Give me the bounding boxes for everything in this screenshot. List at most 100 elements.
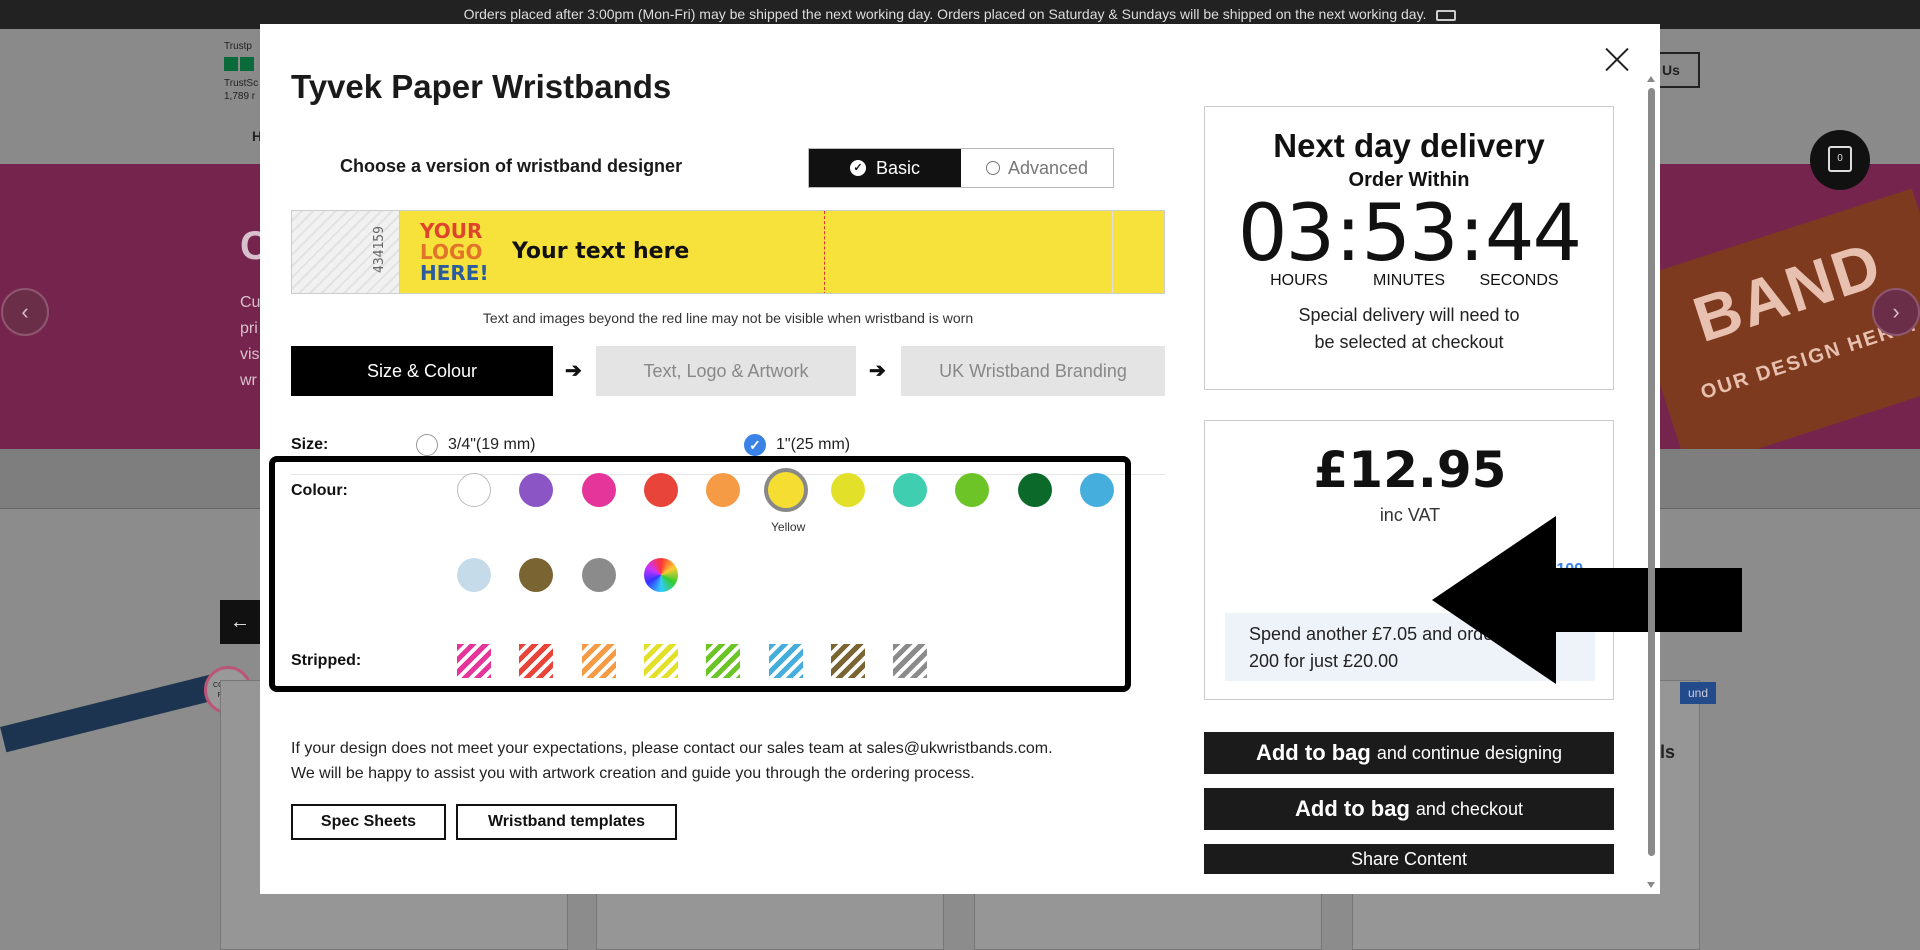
size-option-label: 1"(25 mm)	[776, 436, 851, 453]
logo-line: YOUR	[420, 219, 483, 243]
hero-line: vis	[240, 346, 260, 363]
colour-label: Colour:	[291, 482, 348, 499]
colour-swatch[interactable]	[763, 468, 808, 512]
spec-sheets-button[interactable]: Spec Sheets	[291, 804, 446, 840]
hero-line: pri	[240, 320, 258, 337]
designer-version-toggle: ✓ Basic Advanced	[808, 148, 1114, 188]
scroll-up-icon[interactable]	[1647, 76, 1655, 82]
help-text: If your design does not meet your expect…	[291, 736, 1171, 786]
stripe-swatch[interactable]	[643, 644, 678, 678]
wristband-end-line	[1112, 211, 1113, 293]
hours-label: HOURS	[1270, 272, 1328, 289]
colour-swatch[interactable]	[830, 473, 865, 507]
colour-swatch[interactable]	[643, 473, 678, 507]
visibility-red-line	[824, 211, 825, 293]
carousel-prev-button[interactable]: ‹	[1, 288, 49, 336]
trustpilot-widget[interactable]: Trustp TrustSc 1,789 r	[224, 40, 258, 103]
bag-count: 0	[1828, 146, 1852, 172]
carousel-next-button[interactable]: ›	[1872, 288, 1920, 336]
countdown-timer: 03:53:44	[1237, 189, 1582, 279]
size-option-19mm[interactable]: 3/4"(19 mm)	[416, 434, 535, 456]
seconds-label: SECONDS	[1479, 272, 1559, 289]
scroll-down-icon[interactable]	[1647, 882, 1655, 888]
stripe-swatch[interactable]	[830, 644, 865, 678]
check-icon: ✓	[849, 160, 866, 176]
version-advanced-label: Advanced	[1007, 157, 1089, 178]
annotation-arrow-icon	[1432, 516, 1742, 684]
trustpilot-reviews: 1,789 r	[224, 91, 256, 102]
shopping-bag-button[interactable]: 0	[1810, 130, 1870, 190]
close-icon[interactable]	[1600, 42, 1636, 78]
radio-checked-icon[interactable]: ✓	[744, 434, 766, 456]
products-prev-button[interactable]: ←	[220, 600, 260, 644]
preview-note: Text and images beyond the red line may …	[482, 310, 974, 326]
version-advanced-button[interactable]: Advanced	[961, 149, 1113, 187]
wristband-templates-button[interactable]: Wristband templates	[456, 804, 677, 840]
colour-swatch[interactable]	[643, 558, 678, 592]
colour-swatch[interactable]	[1017, 473, 1052, 507]
logo-line: LOGO	[420, 240, 483, 264]
colour-swatch[interactable]	[706, 473, 741, 507]
size-option-25mm[interactable]: ✓ 1"(25 mm)	[744, 434, 850, 456]
stripe-swatch[interactable]	[581, 644, 616, 678]
designer-version-label: Choose a version of wristband designer	[340, 156, 683, 176]
truck-icon	[1436, 9, 1457, 21]
tab-uk-wristband-branding[interactable]: UK Wristband Branding	[901, 346, 1165, 396]
stripped-label: Stripped:	[291, 652, 362, 669]
add-to-bag-checkout-button[interactable]: Add to bag and checkout	[1204, 788, 1614, 830]
trustpilot-score: TrustSc	[224, 78, 259, 89]
round-badge: und	[1680, 682, 1717, 704]
hero-line: Cu	[240, 294, 261, 311]
countdown-labels: HOURS MINUTES SECONDS	[1205, 272, 1613, 290]
countdown-minutes: 53	[1361, 189, 1458, 279]
stripe-swatch[interactable]	[768, 644, 803, 678]
wristband-text: Your text here	[512, 239, 690, 264]
minutes-label: MINUTES	[1373, 272, 1445, 289]
hero-text: Cu pri vis wr	[240, 290, 260, 394]
tab-text-logo-artwork[interactable]: Text, Logo & Artwork	[596, 346, 856, 396]
share-content-button[interactable]: Share Content	[1204, 844, 1614, 874]
shipping-banner-text: Orders placed after 3:00pm (Mon-Fri) may…	[463, 6, 1427, 22]
add-to-bag-label: Add to bag	[1295, 796, 1410, 821]
colour-swatch[interactable]	[581, 473, 616, 507]
delivery-countdown: Next day delivery Order Within 03:53:44 …	[1204, 106, 1614, 390]
delivery-note-line: be selected at checkout	[1314, 332, 1504, 352]
modal-title: Tyvek Paper Wristbands	[291, 68, 672, 105]
stripe-swatch[interactable]	[706, 644, 741, 678]
delivery-note-line: Special delivery will need to	[1298, 305, 1520, 325]
colour-swatch[interactable]	[457, 558, 491, 592]
countdown-seconds: 44	[1484, 189, 1582, 279]
help-text-line: If your design does not meet your expect…	[291, 740, 1053, 757]
version-basic-button[interactable]: ✓ Basic	[809, 149, 961, 187]
wristband-preview[interactable]: 434159 YOUR LOGO HERE! Your text here	[291, 210, 1165, 294]
colour-swatch[interactable]	[457, 473, 491, 507]
size-option-label: 3/4"(19 mm)	[448, 436, 536, 453]
add-to-bag-continue-button[interactable]: Add to bag and continue designing	[1204, 732, 1614, 774]
add-to-bag-label: Add to bag	[1255, 740, 1371, 765]
wristband-serial: 434159	[372, 226, 387, 273]
delivery-note: Special delivery will need to be selecte…	[1205, 302, 1613, 356]
delivery-title: Next day delivery	[1273, 127, 1545, 164]
colour-swatch[interactable]	[581, 558, 616, 592]
radio-unchecked-icon[interactable]	[416, 434, 438, 456]
trustpilot-stars	[224, 57, 258, 71]
stripe-swatch[interactable]	[519, 644, 554, 678]
trustpilot-label: Trustp	[224, 41, 252, 52]
radio-icon	[985, 161, 1000, 175]
colour-swatch[interactable]	[893, 473, 928, 507]
selected-colour-name: Yellow	[771, 520, 806, 534]
wristband-designer-modal: Tyvek Paper Wristbands Choose a version …	[260, 24, 1742, 894]
stripe-swatch[interactable]	[457, 644, 491, 678]
colour-swatch[interactable]	[1080, 473, 1114, 507]
help-text-line: We will be happy to assist you with artw…	[291, 765, 975, 782]
countdown-hours: 03	[1237, 189, 1335, 279]
tab-size-colour[interactable]: Size & Colour	[291, 346, 553, 396]
colour-highlight-box	[269, 456, 1131, 692]
price: £12.95	[1313, 441, 1507, 499]
scroll-thumb[interactable]	[1648, 88, 1655, 856]
continue-designing-label: and continue designing	[1376, 742, 1563, 763]
modal-scrollbar[interactable]	[1645, 48, 1658, 894]
arrow-right-icon: ➔	[565, 360, 582, 382]
hero-line: wr	[240, 372, 257, 389]
stripe-swatch[interactable]	[893, 644, 928, 678]
